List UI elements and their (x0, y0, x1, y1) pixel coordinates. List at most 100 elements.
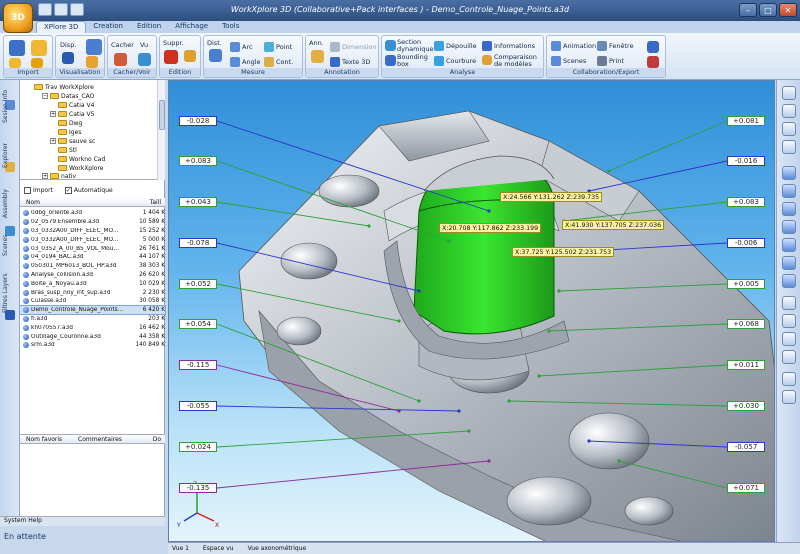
suppr-button[interactable]: Suppr. (163, 39, 184, 47)
tree-node[interactable]: WorkXplore (58, 164, 103, 172)
cube-view-icon[interactable] (86, 39, 102, 55)
display-mode-icon[interactable] (62, 52, 74, 64)
file-row[interactable]: Culasse.a3d 30 058 K (20, 297, 165, 306)
bounding-box-button[interactable]: Bounding box (397, 54, 428, 68)
deviation-label[interactable]: -0.028 (179, 116, 217, 126)
tab-assembly[interactable]: Assembly (2, 184, 18, 224)
deviation-label[interactable]: +0.030 (727, 401, 765, 411)
column-name[interactable]: Nom (26, 199, 40, 206)
tab-scenes[interactable]: Scenes (2, 230, 18, 260)
pan-icon[interactable] (782, 140, 796, 154)
deviation-label[interactable]: +0.083 (727, 197, 765, 207)
tree-node[interactable]: + Catia V5 (50, 110, 94, 118)
tree-node[interactable]: Trav WorkXplore (34, 83, 94, 91)
cont-button[interactable]: Cont. (264, 57, 293, 67)
annotation-icon[interactable] (311, 50, 324, 63)
file-row[interactable]: 0dbg_oriente.a3d 1 404 K (20, 209, 165, 218)
deviation-label[interactable]: +0.043 (179, 197, 217, 207)
tab-session-info[interactable]: Sesion Info (2, 86, 18, 126)
point-button[interactable]: Point (264, 42, 292, 52)
tab-creation[interactable]: Creation (86, 21, 130, 33)
import-checkbox[interactable]: Import (24, 186, 53, 194)
export-icon[interactable] (647, 41, 659, 53)
deviation-label[interactable]: +0.068 (727, 319, 765, 329)
automatique-checkbox[interactable]: ✓ Automatique (64, 186, 113, 194)
maximize-button[interactable]: □ (759, 3, 777, 17)
expand-icon[interactable]: + (50, 138, 56, 144)
section-dynamique-button[interactable]: Section dynamique (397, 39, 433, 53)
deviation-label[interactable]: -0.135 (179, 483, 217, 493)
zoom-window-icon[interactable] (782, 104, 796, 118)
file-row[interactable]: Outillage_Couronne.a3d 44 358 K (20, 332, 165, 341)
open-folder-icon[interactable] (31, 40, 47, 56)
texte3d-button[interactable]: Texte 3D (330, 57, 370, 67)
deviation-label[interactable]: -0.115 (179, 360, 217, 370)
view-left-icon[interactable] (782, 220, 796, 234)
deviation-label[interactable]: -0.057 (727, 442, 765, 452)
arc-button[interactable]: Arc (230, 42, 253, 52)
depouille-button[interactable]: Dépouille (434, 41, 477, 51)
scrollbar-thumb[interactable] (159, 100, 165, 130)
recent-folder-icon[interactable] (31, 58, 43, 68)
file-row[interactable]: Boite_a_Noyau.a3d 10 029 K (20, 279, 165, 288)
view-right-icon[interactable] (782, 202, 796, 216)
deviation-label[interactable]: +0.054 (179, 319, 217, 329)
angle-button[interactable]: Angle (230, 57, 261, 67)
view-iso-icon[interactable] (782, 274, 796, 288)
edit-icon[interactable] (184, 50, 196, 62)
minimize-button[interactable]: – (739, 3, 757, 17)
disp-button[interactable]: Disp. (60, 41, 76, 49)
deviation-label[interactable]: -0.016 (727, 156, 765, 166)
deviation-label[interactable]: +0.081 (727, 116, 765, 126)
file-row[interactable]: Demo_Controle_Nuage_Points... 6 420 K (19, 304, 166, 316)
informations-button[interactable]: Informations (482, 41, 535, 51)
close-button[interactable]: ✕ (779, 3, 797, 17)
file-row[interactable]: Bras_susp_noy_int_sup.a3d 2 230 K (20, 288, 165, 297)
file-row[interactable]: 050301_MP6013_BOL_HP.a3d 38 303 K (20, 262, 165, 271)
tree-node[interactable]: Catia V4 (58, 101, 94, 109)
tab-edition[interactable]: Edition (130, 21, 168, 33)
layout-split-h-icon[interactable] (782, 314, 796, 328)
file-row[interactable]: srm.a3d 140 849 K (20, 341, 165, 350)
ann-button[interactable]: Ann. (309, 39, 324, 47)
tree-node[interactable]: Iges (58, 128, 81, 136)
import-3d-icon[interactable] (9, 40, 25, 56)
view-back-icon[interactable] (782, 238, 796, 252)
layout-quad-icon[interactable] (782, 350, 796, 364)
deviation-label[interactable]: +0.052 (179, 279, 217, 289)
tree-node[interactable]: Stl (58, 146, 77, 154)
tree-node[interactable]: + sauve sc (50, 137, 95, 145)
dimension-button[interactable]: Dimension (330, 42, 377, 52)
file-row[interactable]: kh070557.a3d 16 462 K (20, 323, 165, 332)
column-comments[interactable]: Commentaires (78, 436, 122, 443)
column-do[interactable]: Do (153, 436, 161, 443)
3d-viewport[interactable]: Z X Y -0.028 +0.081 +0.083 -0.016 +0.043 +0.0… (168, 80, 775, 542)
deviation-label[interactable]: +0.071 (727, 483, 765, 493)
expand-icon[interactable]: + (42, 173, 48, 179)
deviation-label[interactable]: -0.078 (179, 238, 217, 248)
deviation-label[interactable]: +0.024 (179, 442, 217, 452)
zoom-all-icon[interactable] (782, 122, 796, 136)
file-row[interactable]: 03_0332A00_DIFF_ELEC_MO... 5 000 K (20, 235, 165, 244)
layout-split-v-icon[interactable] (782, 332, 796, 346)
file-row[interactable]: Analyse_collision.a3d 26 620 K (20, 271, 165, 280)
system-help[interactable]: System Help (0, 516, 165, 526)
dist-button[interactable]: Dist. (207, 39, 222, 47)
deviation-label[interactable]: -0.055 (179, 401, 217, 411)
point-coordinate-tag[interactable]: X:24.566 Y:131.262 Z:239.735 (500, 192, 603, 202)
print-button[interactable]: Print (597, 56, 624, 66)
file-row[interactable]: 04_0194_BAC.a3d 44 107 K (20, 253, 165, 262)
grid-icon[interactable] (782, 372, 796, 386)
file-row[interactable]: fl.a3d 203 K (20, 315, 165, 324)
view-front-icon[interactable] (782, 166, 796, 180)
comparaison-button[interactable]: Comparaison de modèles (494, 54, 544, 68)
point-coordinate-tag[interactable]: X:20.708 Y:117.862 Z:233.199 (439, 223, 542, 233)
deviation-label[interactable]: +0.005 (727, 279, 765, 289)
tab-affichage[interactable]: Affichage (168, 21, 215, 33)
point-coordinate-tag[interactable]: X:37.725 Y:125.502 Z:231.753 (512, 247, 615, 257)
distance-icon[interactable] (209, 49, 222, 62)
cacher-button[interactable]: Cacher (111, 41, 134, 49)
tree-scrollbar[interactable] (157, 80, 165, 180)
tab-xplore3d[interactable]: XPlore 3D (36, 21, 87, 33)
vu-button[interactable]: Vu (140, 41, 148, 49)
